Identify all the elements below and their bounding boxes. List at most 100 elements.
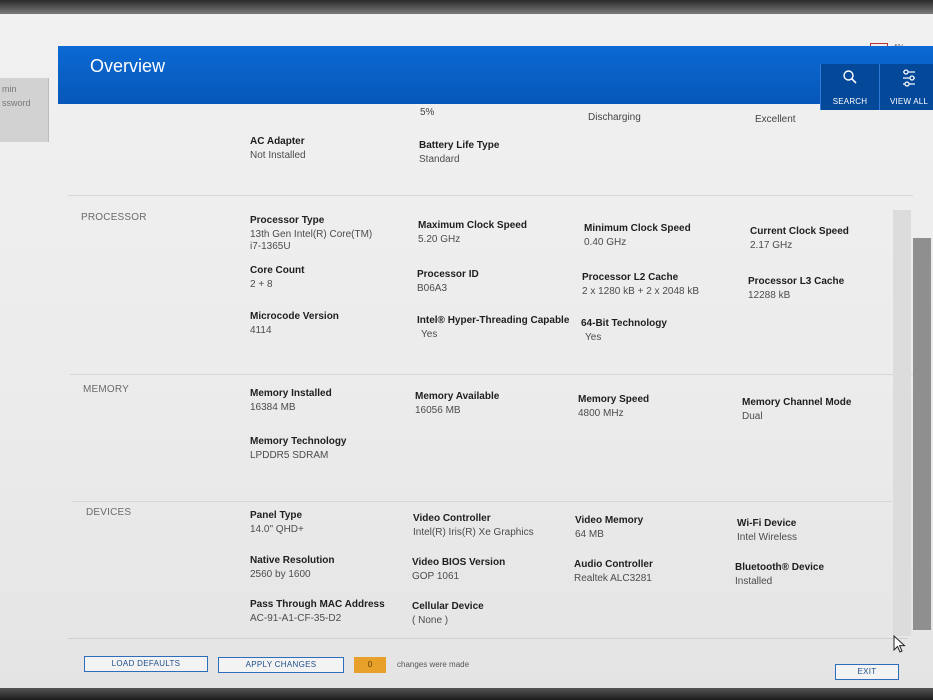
processor-type-value: 13th Gen Intel(R) Core(TM) i7-1365U bbox=[250, 229, 373, 252]
section-divider bbox=[68, 195, 913, 196]
mac-address-field: Pass Through MAC Address AC-91-A1-CF-35-… bbox=[250, 599, 385, 625]
memory-speed-value: 4800 MHz bbox=[578, 408, 624, 419]
mouse-pointer-icon bbox=[893, 635, 906, 653]
ac-adapter-field: AC Adapter Not Installed bbox=[250, 136, 306, 162]
native-resolution-field: Native Resolution 2560 by 1600 bbox=[250, 555, 334, 581]
video-memory-field: Video Memory 64 MB bbox=[575, 515, 643, 541]
memory-technology-label: Memory Technology bbox=[250, 436, 347, 447]
devices-section-label: DEVICES bbox=[86, 507, 132, 518]
processor-type-label: Processor Type bbox=[250, 215, 325, 226]
change-count-badge: 0 bbox=[354, 657, 386, 673]
memory-speed-label: Memory Speed bbox=[578, 394, 650, 405]
core-count-field: Core Count 2 + 8 bbox=[250, 265, 304, 291]
wifi-device-label: Wi-Fi Device bbox=[737, 518, 797, 529]
video-bios-value: GOP 1061 bbox=[412, 571, 460, 582]
settings-sliders-icon bbox=[903, 69, 915, 87]
bluetooth-device-field: Bluetooth® Device Installed bbox=[735, 562, 824, 588]
scrollbar-thumb[interactable] bbox=[913, 238, 931, 630]
battery-life-type-label: Battery Life Type bbox=[419, 140, 500, 151]
l2-cache-value: 2 x 1280 kB + 2 x 2048 kB bbox=[582, 286, 700, 297]
overview-header: Overview SEARCH VIEW ALL bbox=[58, 46, 933, 110]
memory-installed-label: Memory Installed bbox=[250, 388, 332, 399]
bluetooth-device-value: Installed bbox=[735, 576, 773, 587]
max-clock-value: 5.20 GHz bbox=[418, 234, 461, 245]
native-resolution-value: 2560 by 1600 bbox=[250, 569, 311, 580]
ac-adapter-value: Not Installed bbox=[250, 150, 306, 161]
min-clock-label: Minimum Clock Speed bbox=[584, 223, 691, 234]
x64-field: 64-Bit Technology Yes bbox=[581, 318, 667, 344]
search-icon bbox=[843, 70, 857, 84]
page-title: Overview bbox=[90, 56, 166, 76]
load-defaults-button[interactable]: LOAD DEFAULTS bbox=[84, 656, 208, 672]
max-clock-field: Maximum Clock Speed 5.20 GHz bbox=[418, 220, 527, 246]
overview-content: 5% Discharging Excellent AC Adapter Not … bbox=[58, 104, 913, 638]
l3-cache-label: Processor L3 Cache bbox=[748, 276, 845, 287]
cellular-device-label: Cellular Device bbox=[412, 601, 484, 612]
exit-button[interactable]: EXIT bbox=[835, 664, 899, 680]
audio-controller-label: Audio Controller bbox=[574, 559, 653, 570]
screen-bezel-bottom bbox=[0, 688, 933, 700]
memory-technology-value: LPDDR5 SDRAM bbox=[250, 450, 329, 461]
core-count-value: 2 + 8 bbox=[250, 279, 273, 290]
core-count-label: Core Count bbox=[250, 265, 305, 276]
battery-life-type-field: Battery Life Type Standard bbox=[419, 140, 499, 166]
memory-installed-value: 16384 MB bbox=[250, 402, 296, 413]
memory-section-label: MEMORY bbox=[83, 384, 130, 395]
l3-cache-value: 12288 kB bbox=[748, 290, 791, 301]
native-resolution-label: Native Resolution bbox=[250, 555, 335, 566]
hyperthreading-label: Intel® Hyper-Threading Capable bbox=[417, 315, 570, 326]
left-panel-line-1: min bbox=[2, 84, 17, 94]
wifi-device-value: Intel Wireless bbox=[737, 532, 798, 543]
battery-state: Discharging bbox=[588, 112, 641, 123]
left-side-panel: min ssword bbox=[0, 78, 49, 142]
left-panel-line-2: ssword bbox=[2, 98, 31, 108]
video-memory-value: 64 MB bbox=[575, 529, 604, 540]
microcode-value: 4114 bbox=[250, 325, 272, 336]
processor-section-label: PROCESSOR bbox=[81, 212, 147, 223]
bios-screen: 4% min ssword Overview SEARCH VIEW ALL bbox=[0, 0, 933, 700]
microcode-label: Microcode Version bbox=[250, 311, 339, 322]
memory-available-field: Memory Available 16056 MB bbox=[415, 391, 499, 417]
cellular-device-value: ( None ) bbox=[412, 615, 449, 626]
l3-cache-field: Processor L3 Cache 12288 kB bbox=[748, 276, 844, 302]
l2-cache-label: Processor L2 Cache bbox=[582, 272, 679, 283]
processor-id-label: Processor ID bbox=[417, 269, 479, 280]
memory-channel-mode-label: Memory Channel Mode bbox=[742, 397, 852, 408]
microcode-field: Microcode Version 4114 bbox=[250, 311, 339, 337]
processor-id-value: B06A3 bbox=[417, 283, 448, 294]
screen-bezel-top bbox=[0, 0, 933, 14]
video-memory-label: Video Memory bbox=[575, 515, 644, 526]
hyperthreading-value: Yes bbox=[421, 329, 438, 340]
max-clock-label: Maximum Clock Speed bbox=[418, 220, 527, 231]
apply-changes-button[interactable]: APPLY CHANGES bbox=[218, 657, 344, 673]
footer-divider bbox=[68, 638, 908, 639]
ac-adapter-label: AC Adapter bbox=[250, 136, 305, 147]
memory-channel-mode-value: Dual bbox=[742, 411, 763, 422]
mac-address-label: Pass Through MAC Address bbox=[250, 599, 385, 610]
memory-available-label: Memory Available bbox=[415, 391, 500, 402]
audio-controller-value: Realtek ALC3281 bbox=[574, 573, 652, 584]
section-divider bbox=[72, 501, 892, 502]
panel-type-label: Panel Type bbox=[250, 510, 303, 521]
video-controller-field: Video Controller Intel(R) Iris(R) Xe Gra… bbox=[413, 513, 534, 539]
min-clock-field: Minimum Clock Speed 0.40 GHz bbox=[584, 223, 691, 249]
video-controller-label: Video Controller bbox=[413, 513, 491, 524]
l2-cache-field: Processor L2 Cache 2 x 1280 kB + 2 x 204… bbox=[582, 272, 699, 298]
scrollbar-track[interactable] bbox=[893, 210, 911, 636]
panel-type-field: Panel Type 14.0" QHD+ bbox=[250, 510, 304, 536]
panel-type-value: 14.0" QHD+ bbox=[250, 524, 304, 535]
battery-charge: 5% bbox=[420, 107, 435, 118]
bluetooth-device-label: Bluetooth® Device bbox=[735, 562, 825, 573]
changes-status-text: changes were made bbox=[397, 660, 470, 669]
battery-life-type-value: Standard bbox=[419, 154, 460, 165]
current-clock-label: Current Clock Speed bbox=[750, 226, 849, 237]
x64-label: 64-Bit Technology bbox=[581, 318, 667, 329]
audio-controller-field: Audio Controller Realtek ALC3281 bbox=[574, 559, 653, 585]
x64-value: Yes bbox=[585, 332, 602, 343]
memory-speed-field: Memory Speed 4800 MHz bbox=[578, 394, 649, 420]
section-divider bbox=[70, 374, 913, 375]
video-bios-label: Video BIOS Version bbox=[412, 557, 506, 568]
memory-available-value: 16056 MB bbox=[415, 405, 461, 416]
memory-installed-field: Memory Installed 16384 MB bbox=[250, 388, 332, 414]
video-controller-value: Intel(R) Iris(R) Xe Graphics bbox=[413, 527, 534, 538]
